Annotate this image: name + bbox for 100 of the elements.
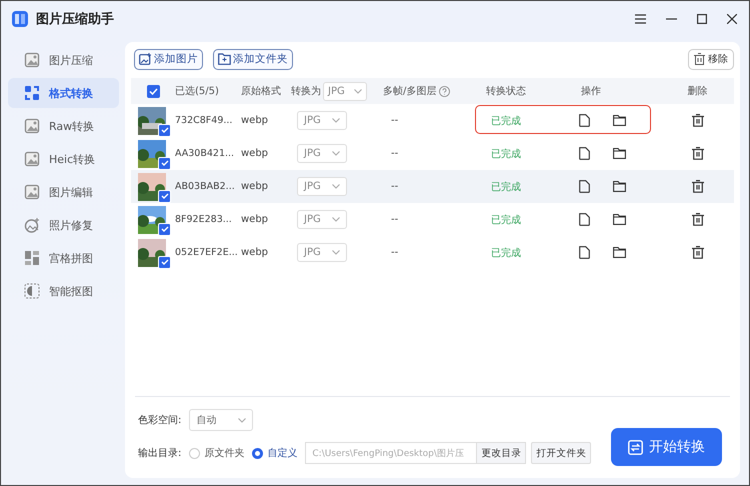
add-folder-button[interactable]: 添加文件夹 [213,48,293,70]
file-icon[interactable] [579,147,590,160]
file-name: 732C8F49... [175,115,232,126]
file-name: 052E7EF2E... [175,247,238,258]
radio-button[interactable] [252,448,264,458]
check-icon [160,259,168,265]
column-header: 转换为 [291,84,321,98]
help-icon[interactable] [439,86,450,96]
status-text: 已完成 [491,246,521,260]
row-checkbox[interactable] [158,124,171,136]
sidebar-item[interactable]: 图片压缩 [8,45,119,75]
row-checkbox[interactable] [158,156,171,170]
file-icon[interactable] [579,180,590,193]
file-icon[interactable] [579,114,590,127]
format-dropdown[interactable]: JPG [297,144,347,163]
sidebar-item[interactable]: 图片编辑 [8,177,119,207]
format-dropdown[interactable]: JPG [297,177,347,196]
status-text: 已完成 [491,214,521,226]
frames-text: -- [391,115,398,126]
format-text: webp [241,214,268,225]
check-icon [160,160,168,166]
add-image-button[interactable]: 添加图片 [134,48,203,70]
trash-icon[interactable] [692,147,704,160]
radio-option[interactable]: 原文件夹 [189,446,244,460]
folder-icon[interactable] [613,181,626,192]
format-dropdown[interactable]: JPG [297,243,347,262]
sidebar-icon [24,184,40,200]
check-icon [160,226,168,232]
chevron-icon [332,217,340,222]
check-icon [160,193,168,199]
sidebar-icon [24,52,40,68]
format-dropdown[interactable]: JPG [323,82,367,100]
folder-icon[interactable] [613,214,626,225]
column-header: 操作 [581,85,601,98]
file-name: 8F92E283... [175,214,232,225]
chevron-icon [354,88,362,94]
status-text: 已完成 [491,180,521,194]
sidebar-item[interactable]: 宫格拼图 [8,243,119,273]
start-button[interactable]: 开始转换 [611,428,722,466]
file-name: AA30B421... [175,148,234,159]
chevron-icon [332,118,340,123]
menu-icon[interactable] [635,14,646,24]
frames-text: -- [391,214,398,225]
format-text: webp [241,181,268,192]
sidebar-item[interactable]: 智能抠图 [8,276,119,306]
sidebar-icon [24,283,40,299]
sidebar-item[interactable]: Heic转换 [8,144,119,174]
color-space-dropdown[interactable]: 自动 [189,409,254,431]
row-checkbox[interactable] [158,256,171,268]
chevron-icon [238,418,246,422]
sidebar-icon [24,118,40,134]
trash-icon[interactable] [692,213,704,226]
trash-icon[interactable] [692,180,704,193]
format-dropdown[interactable]: JPG [297,111,347,130]
app-title: 图片压缩助手 [36,10,114,28]
file-icon[interactable] [579,246,590,259]
folder-plus-icon [218,53,231,65]
sidebar-item[interactable]: 照片修复 [8,210,119,240]
row-checkbox[interactable] [158,222,171,236]
row-checkbox[interactable] [158,190,171,202]
status-text: 已完成 [491,114,521,128]
convert-icon [628,440,643,454]
close-icon[interactable] [727,14,737,24]
chevron-icon [332,151,340,156]
image-plus-icon [139,53,152,65]
chevron-icon [332,184,340,189]
column-header: 原始格式 [241,86,281,97]
minimize-icon[interactable] [666,18,677,20]
format-dropdown[interactable]: JPG [297,210,347,229]
radio-option[interactable]: 自定义 [252,446,298,460]
file-icon[interactable] [579,213,590,226]
sidebar-icon [24,250,40,266]
folder-icon[interactable] [613,115,626,126]
column-header: 删除 [688,85,708,98]
column-header: 已选(5/5) [175,86,219,97]
frames-text: -- [391,181,398,192]
format-text: webp [241,115,268,126]
format-text: webp [241,148,268,159]
chevron-icon [332,250,340,255]
frames-text: -- [391,247,398,258]
frames-text: -- [391,148,398,159]
column-header: 转换状态 [486,84,526,98]
format-text: webp [241,247,268,258]
check-icon [148,88,158,94]
sidebar-item[interactable]: Raw转换 [8,111,119,141]
open-folder-button[interactable]: 打开文件夹 [531,442,592,464]
sidebar-item[interactable]: 格式转换 [8,78,119,108]
maximize-icon[interactable] [697,14,707,24]
sidebar-icon [24,85,40,101]
app-logo-icon [11,10,29,28]
trash-icon[interactable] [692,246,704,259]
column-header: 多帧/多图层 [383,84,436,98]
select-all-checkbox[interactable] [146,84,160,98]
file-name: AB03BAB2... [175,181,235,192]
change-dir-button[interactable]: 更改目录 [476,442,526,464]
folder-icon[interactable] [613,247,626,258]
check-icon [160,127,168,133]
trash-icon[interactable] [692,114,704,127]
folder-icon[interactable] [613,148,626,159]
remove-button[interactable]: 移除 [688,48,734,70]
